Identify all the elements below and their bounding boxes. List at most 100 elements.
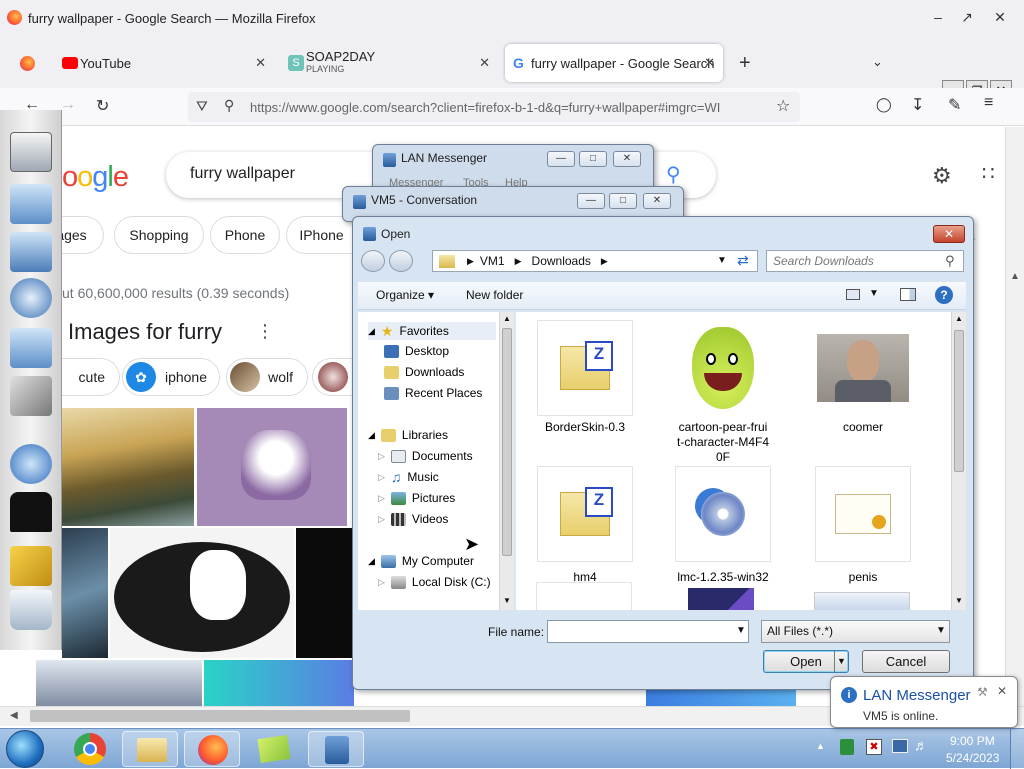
tree-videos[interactable]: ▷ Videos: [378, 512, 448, 526]
start-button-windows-icon[interactable]: [6, 730, 44, 768]
address-breadcrumb[interactable]: ▶ VM1 ▶ Downloads ▶ ▼ ⇄: [432, 250, 758, 272]
file-type-dropdown-icon[interactable]: ▼: [936, 625, 946, 636]
tree-scroll-thumb[interactable]: [502, 328, 512, 556]
toast-close-icon[interactable]: ✕: [997, 684, 1007, 698]
download-icon[interactable]: ↧: [911, 95, 924, 115]
file-item-partial[interactable]: [536, 582, 632, 610]
chrome-taskbar-button[interactable]: [62, 731, 118, 767]
file-name-dropdown-icon[interactable]: ▼: [736, 625, 746, 636]
filter-shopping[interactable]: Shopping: [114, 216, 204, 254]
tree-documents[interactable]: ▷ Documents: [378, 449, 473, 463]
pocket-icon[interactable]: ◯: [876, 96, 892, 113]
folder-open-icon[interactable]: [10, 232, 52, 272]
list-tabs-chevron-icon[interactable]: ⌄: [872, 54, 883, 70]
image-chip-more[interactable]: [312, 358, 352, 396]
open-close-button[interactable]: ✕: [933, 225, 965, 243]
image-result-wolf[interactable]: [62, 528, 108, 658]
toast-settings-icon[interactable]: ⚒: [977, 685, 988, 699]
notification-toast[interactable]: i LAN Messenger VM5 is online. ⚒ ✕: [830, 676, 1018, 728]
file-item[interactable]: penis: [808, 466, 918, 585]
network-tray-icon[interactable]: [892, 739, 908, 753]
image-result-bw-art[interactable]: [110, 528, 294, 658]
tree-pictures[interactable]: ▷ Pictures: [378, 491, 455, 505]
network-globe-icon[interactable]: [10, 278, 52, 318]
tree-downloads[interactable]: Downloads: [384, 365, 464, 379]
file-item[interactable]: BorderSkin-0.3: [530, 320, 640, 435]
open-dropdown-icon[interactable]: ▼: [834, 651, 848, 672]
tree-my-computer[interactable]: ◢ My Computer: [368, 554, 474, 568]
file-item-partial[interactable]: [814, 592, 910, 610]
breadcrumb-vm1[interactable]: VM1: [480, 254, 505, 268]
url-bar[interactable]: ⛛ ⚲ https://www.google.com/search?client…: [188, 92, 800, 122]
file-name-input[interactable]: ▼: [547, 620, 749, 643]
view-options-icon[interactable]: [846, 289, 860, 300]
apps-grid-icon[interactable]: ∷: [982, 161, 995, 186]
organize-button[interactable]: Organize ▾: [376, 288, 434, 302]
show-desktop-button[interactable]: [1010, 729, 1024, 769]
show-hidden-icons-icon[interactable]: ▲: [816, 741, 825, 751]
refresh-icon[interactable]: ⇄: [737, 252, 749, 269]
notes-taskbar-button[interactable]: [246, 731, 302, 767]
menu-icon[interactable]: ≡: [984, 94, 993, 112]
tree-libraries[interactable]: ◢ Libraries: [368, 428, 448, 442]
recycle-bin-icon[interactable]: [10, 590, 52, 630]
internet-globe-icon[interactable]: [10, 444, 52, 484]
computer-icon[interactable]: [10, 132, 52, 172]
image-result-bottom-1[interactable]: [36, 660, 202, 707]
image-result-bottom-3[interactable]: [646, 689, 796, 707]
tshirt-icon[interactable]: [10, 492, 52, 532]
explorer-taskbar-button[interactable]: [122, 731, 178, 767]
close-button[interactable]: ✕: [990, 8, 1010, 26]
lan-maximize-button[interactable]: □: [579, 151, 607, 167]
search-icon[interactable]: ⚲: [666, 162, 681, 187]
filter-phone[interactable]: Phone: [210, 216, 280, 254]
image-result-landscape[interactable]: [62, 408, 194, 526]
file-item[interactable]: coomer: [808, 320, 918, 435]
file-type-select[interactable]: All Files (*.*) ▼: [761, 620, 950, 643]
tree-desktop[interactable]: Desktop: [384, 344, 449, 358]
close-tab-icon[interactable]: ✕: [479, 55, 490, 71]
image-result-purple-fox[interactable]: [197, 408, 347, 526]
image-chip-iphone[interactable]: ✿ iphone: [122, 358, 220, 396]
google-logo[interactable]: oogle: [62, 161, 129, 194]
scroll-left-arrow-icon[interactable]: ◀: [10, 710, 18, 721]
tab-soap2day[interactable]: S SOAP2DAY PLAYING ✕: [280, 44, 498, 82]
breadcrumb-downloads[interactable]: Downloads: [532, 254, 591, 268]
tree-local-disk[interactable]: ▷ Local Disk (C:): [378, 575, 491, 589]
conv-close-button[interactable]: ✕: [643, 193, 671, 209]
clock-date[interactable]: 5/24/2023: [946, 751, 999, 765]
view-dropdown-icon[interactable]: ▼: [869, 288, 879, 299]
volume-icon[interactable]: ♬: [914, 737, 928, 753]
reload-icon[interactable]: ↻: [96, 96, 109, 116]
action-center-flag-icon[interactable]: ✖: [866, 739, 882, 755]
image-chip-wolf[interactable]: wolf: [226, 358, 308, 396]
scroll-down-icon[interactable]: ▼: [955, 596, 963, 605]
scroll-up-arrow-icon[interactable]: ▲: [1010, 271, 1020, 282]
clock-time[interactable]: 9:00 PM: [950, 734, 995, 748]
scroll-up-icon[interactable]: ▲: [503, 314, 511, 323]
firefox-view-icon[interactable]: [20, 56, 35, 71]
files-scrollbar[interactable]: ▲ ▼: [951, 312, 966, 610]
file-item-partial[interactable]: [688, 588, 754, 610]
close-tab-icon[interactable]: ✕: [255, 55, 266, 71]
image-result-bottom-2[interactable]: [204, 660, 354, 707]
image-result-dark[interactable]: [296, 528, 352, 658]
folder-icon[interactable]: [10, 184, 52, 224]
new-tab-button[interactable]: +: [739, 52, 751, 75]
minimize-button[interactable]: –: [928, 8, 948, 26]
scroll-down-icon[interactable]: ▼: [503, 596, 511, 605]
preview-pane-icon[interactable]: [900, 288, 916, 301]
close-tab-icon[interactable]: ✕: [704, 55, 715, 71]
open-button[interactable]: Open ▼: [763, 650, 849, 673]
tree-music[interactable]: ▷ ♫ Music: [378, 470, 439, 485]
forward-arrow-icon[interactable]: →: [60, 96, 76, 114]
scroll-up-icon[interactable]: ▲: [955, 314, 963, 323]
address-dropdown-icon[interactable]: ▼: [717, 255, 727, 266]
files-scroll-thumb[interactable]: [954, 330, 964, 472]
more-options-icon[interactable]: ⋮: [256, 321, 274, 342]
documents-folder-icon[interactable]: [10, 328, 52, 368]
back-nav-button[interactable]: [361, 250, 385, 272]
file-item[interactable]: lmc-1.2.35-win32: [668, 466, 778, 585]
tab-google-search[interactable]: G furry wallpaper - Google Search ✕: [505, 44, 723, 82]
extensions-icon[interactable]: ✎: [948, 95, 961, 115]
